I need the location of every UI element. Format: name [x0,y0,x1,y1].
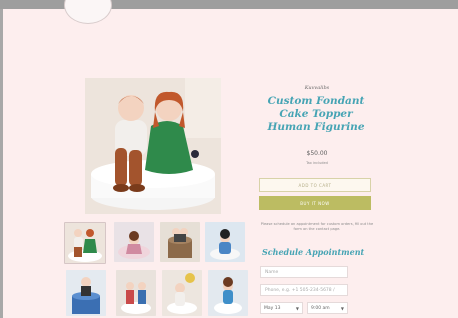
time-select[interactable]: 9:00 am ▼ [307,302,348,314]
product-title: Custom Fondant Cake Topper Human Figurin… [267,95,365,133]
thumbnail-image [66,270,106,316]
product-thumbnail[interactable] [160,222,200,262]
product-thumbnail[interactable] [205,222,245,262]
thumbnail-image [116,270,156,316]
date-select-value: May 13 [264,305,281,311]
site-logo[interactable] [64,0,112,24]
cake-figurine-image [85,78,221,214]
schedule-heading: Schedule Appointment [262,247,365,257]
thumbnail-image [65,223,105,263]
thumbnail-image [114,222,154,262]
product-thumbnail[interactable] [64,222,106,264]
buy-it-now-button[interactable]: BUY IT NOW [259,196,371,210]
date-select[interactable]: May 13 ▼ [260,302,303,314]
product-thumbnail[interactable] [116,270,156,316]
window-edge [0,9,3,318]
product-thumbnail[interactable] [66,270,106,316]
product-page: Kuvvalibs Custom Fondant Cake Topper Hum… [0,0,458,318]
product-main-image[interactable] [85,78,221,214]
time-select-value: 9:00 am [311,305,330,311]
product-thumbnail[interactable] [162,270,202,316]
product-thumbnail[interactable] [114,222,154,262]
custom-order-note: Please schedule an appointment for custo… [260,222,374,231]
name-field[interactable]: Name [260,266,348,278]
thumbnail-image [162,270,202,316]
phone-field[interactable]: Phone, e.g. +1 505-234-5678 / [260,284,348,296]
chevron-down-icon: ▼ [340,305,344,311]
add-to-cart-button[interactable]: ADD TO CART [259,178,371,192]
tax-note: Tax included [306,161,328,165]
product-thumbnail[interactable] [208,270,248,316]
chevron-down-icon: ▼ [295,305,299,311]
thumbnail-image [160,222,200,262]
product-price: $50.00 [306,150,328,157]
product-brand[interactable]: Kuvvalibs [258,85,376,91]
thumbnail-image [208,270,248,316]
thumbnail-image [205,222,245,262]
